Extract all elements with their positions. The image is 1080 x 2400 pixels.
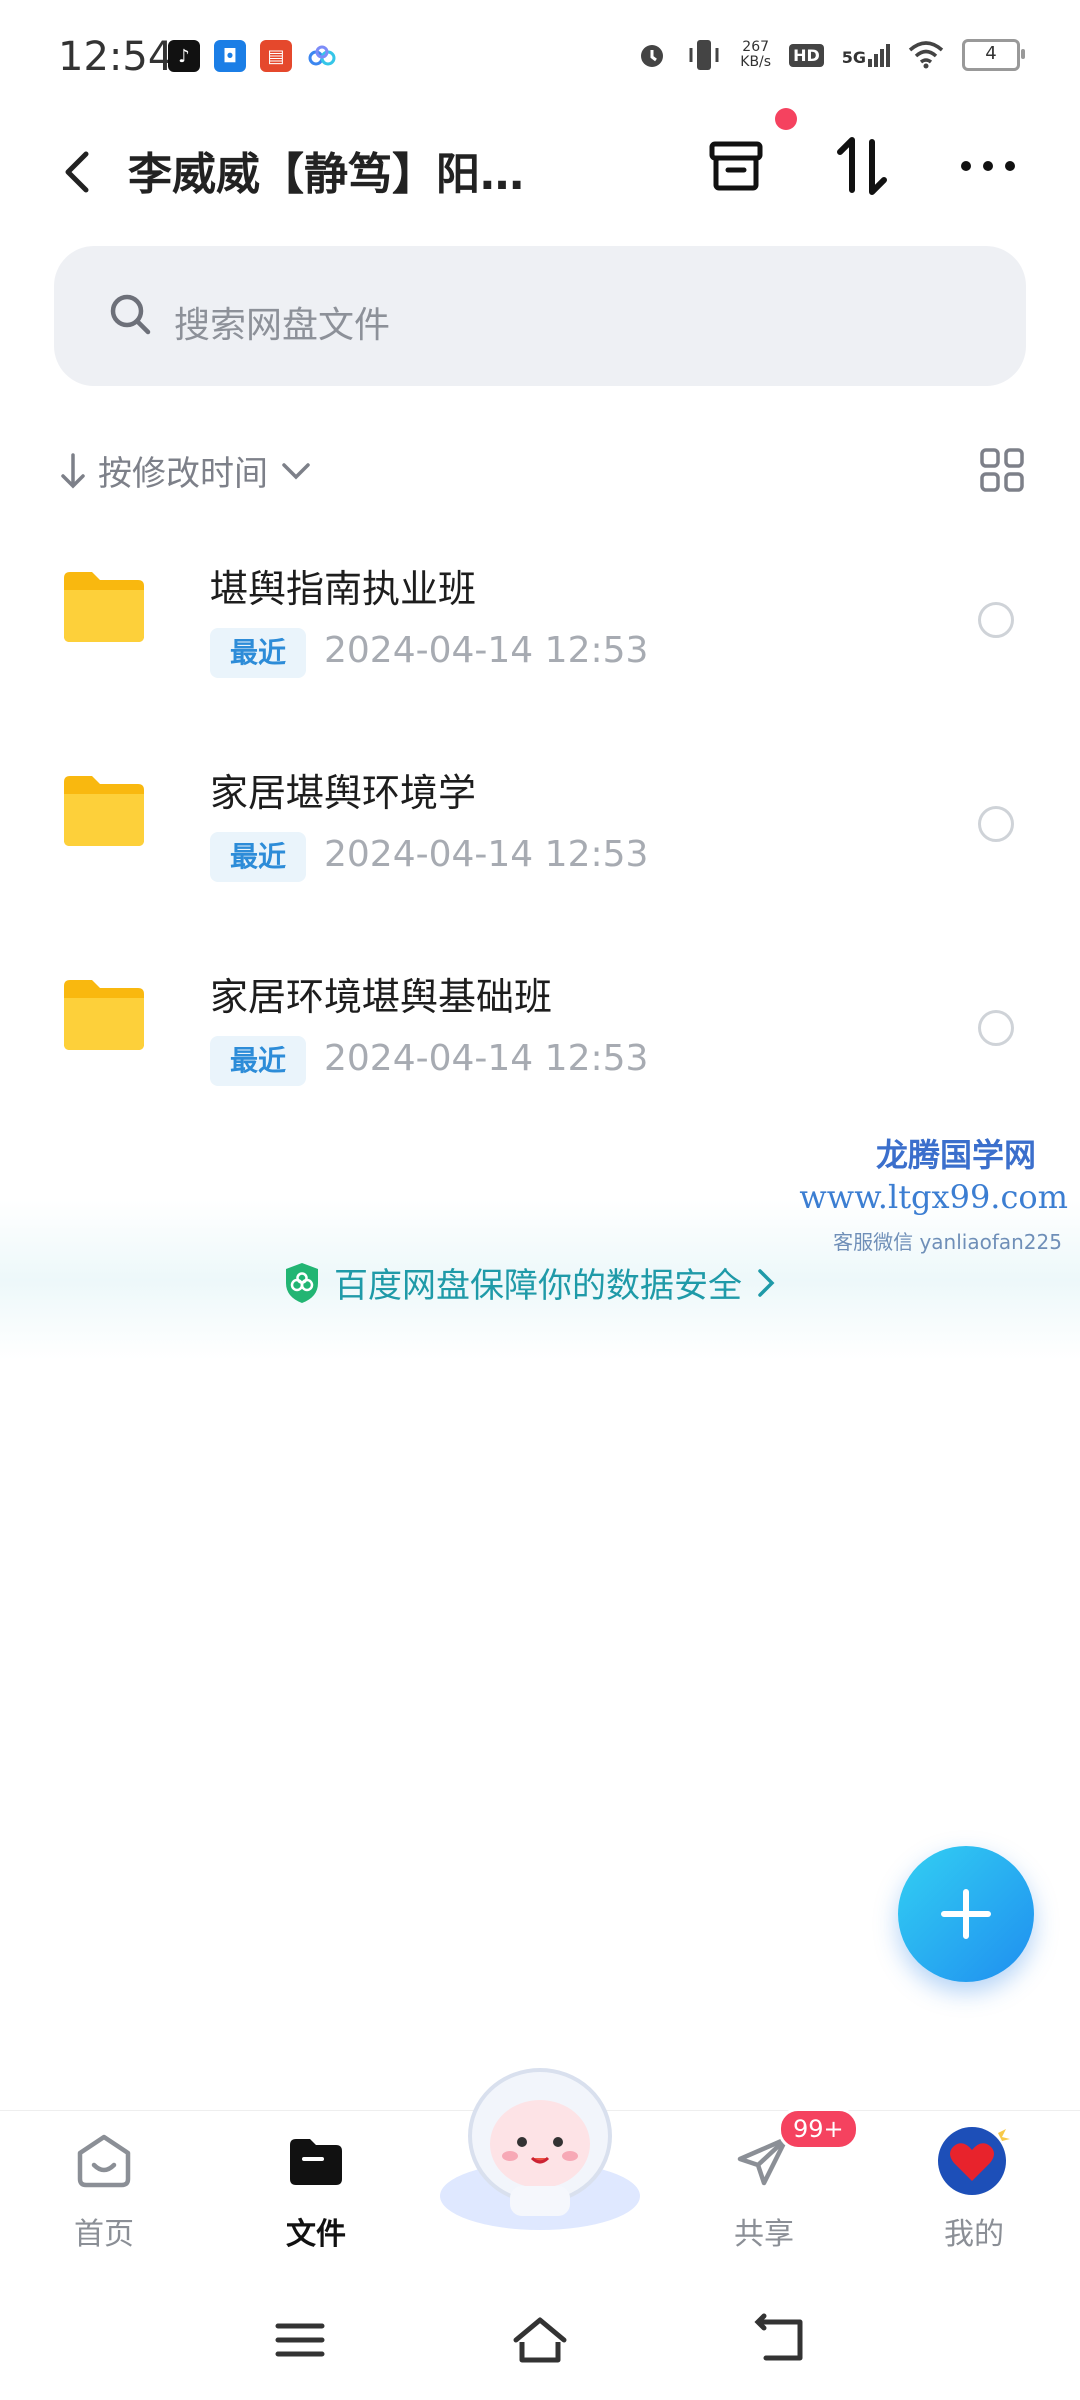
file-name: 家居环境堪舆基础班 <box>210 975 553 1019</box>
battery-icon: 4 <box>962 39 1025 71</box>
status-time: 12:54 <box>58 34 174 80</box>
recent-tag: 最近 <box>210 628 306 678</box>
house-icon <box>513 2317 567 2363</box>
folder-icon <box>64 572 144 642</box>
grid-view-icon <box>980 448 1024 492</box>
notification-icons: ♪ ◘ ▤ <box>168 40 338 72</box>
file-date: 2024-04-14 12:53 <box>324 834 649 875</box>
grid-view-button[interactable] <box>978 446 1026 498</box>
select-checkbox[interactable] <box>978 1010 1014 1046</box>
safety-text: 百度网盘保障你的数据安全 <box>334 1266 742 1306</box>
chevron-left-icon <box>65 151 89 193</box>
avatar <box>938 2125 1010 2195</box>
more-button[interactable] <box>952 130 1024 202</box>
cloud-app-icon <box>306 40 338 72</box>
search-placeholder: 搜索网盘文件 <box>174 305 391 346</box>
select-checkbox[interactable] <box>978 806 1014 842</box>
recent-tag: 最近 <box>210 832 306 882</box>
file-name: 家居堪舆环境学 <box>210 771 477 815</box>
chevron-right-icon <box>758 1268 775 1297</box>
status-icons-right: 267 KB/s HD 5G 4 <box>636 38 1025 72</box>
more-dots-icon <box>961 161 1015 171</box>
file-row[interactable]: 堪舆指南执业班 最近 2024-04-14 12:53 <box>0 532 1080 732</box>
astronaut-mascot-icon <box>440 2068 640 2230</box>
shield-icon <box>286 1262 318 1303</box>
back-button[interactable] <box>50 142 110 202</box>
wifi-icon <box>908 41 944 69</box>
nav-back-button[interactable] <box>750 2310 810 2374</box>
home-icon <box>77 2134 131 2188</box>
file-date: 2024-04-14 12:53 <box>324 630 649 671</box>
chevron-down-icon <box>282 462 310 479</box>
vibrate-icon <box>689 40 719 70</box>
hd-badge: HD <box>789 43 824 67</box>
back-arrow-icon <box>754 2313 803 2361</box>
music-app-icon: ♪ <box>168 40 200 72</box>
recent-tag: 最近 <box>210 1036 306 1086</box>
tab-home-label: 首页 <box>74 2217 134 2252</box>
share-badge: 99+ <box>778 2108 859 2150</box>
sort-selector[interactable]: 按修改时间 <box>58 446 314 495</box>
file-row[interactable]: 家居环境堪舆基础班 最近 2024-04-14 12:53 <box>0 940 1080 1140</box>
arrow-down-icon <box>61 452 85 488</box>
mascot-button[interactable] <box>430 2056 650 2236</box>
tab-me-label: 我的 <box>944 2217 1004 2252</box>
sort-transfer-button[interactable] <box>826 130 898 202</box>
file-name: 堪舆指南执业班 <box>210 567 477 611</box>
up-down-arrows-icon <box>837 137 887 195</box>
folder-tab-icon <box>290 2139 342 2185</box>
tab-files-label: 文件 <box>286 2217 346 2252</box>
news-app-icon: ▤ <box>260 40 292 72</box>
watermark-url: www.ltgx99.com <box>799 1178 1068 1216</box>
notification-dot <box>775 108 797 130</box>
archive-box-icon <box>709 141 763 191</box>
signal-icon: 5G <box>842 43 890 67</box>
file-date: 2024-04-14 12:53 <box>324 1038 649 1079</box>
folder-icon <box>64 776 144 846</box>
plus-icon <box>941 1889 991 1939</box>
alarm-icon <box>641 45 664 67</box>
watermark-title: 龙腾国学网 <box>875 1136 1036 1174</box>
nav-menu-button[interactable] <box>270 2310 330 2374</box>
search-icon <box>106 290 154 342</box>
transfer-box-button[interactable] <box>700 130 772 202</box>
menu-icon <box>275 2323 325 2357</box>
watermark-contact: 客服微信 yanliaofan225 <box>833 1230 1062 1254</box>
net-speed: 267 KB/s <box>740 39 772 70</box>
add-button[interactable] <box>898 1846 1034 1982</box>
folder-icon <box>64 980 144 1050</box>
page-title: 李威威【静笃】阳… <box>128 149 524 200</box>
tab-share-label: 共享 <box>734 2217 794 2252</box>
safety-banner[interactable]: 百度网盘保障你的数据安全 <box>282 1258 778 1307</box>
sort-label: 按修改时间 <box>98 454 268 494</box>
select-checkbox[interactable] <box>978 602 1014 638</box>
shield-app-icon: ◘ <box>214 40 246 72</box>
nav-home-button[interactable] <box>510 2310 570 2374</box>
file-row[interactable]: 家居堪舆环境学 最近 2024-04-14 12:53 <box>0 736 1080 936</box>
